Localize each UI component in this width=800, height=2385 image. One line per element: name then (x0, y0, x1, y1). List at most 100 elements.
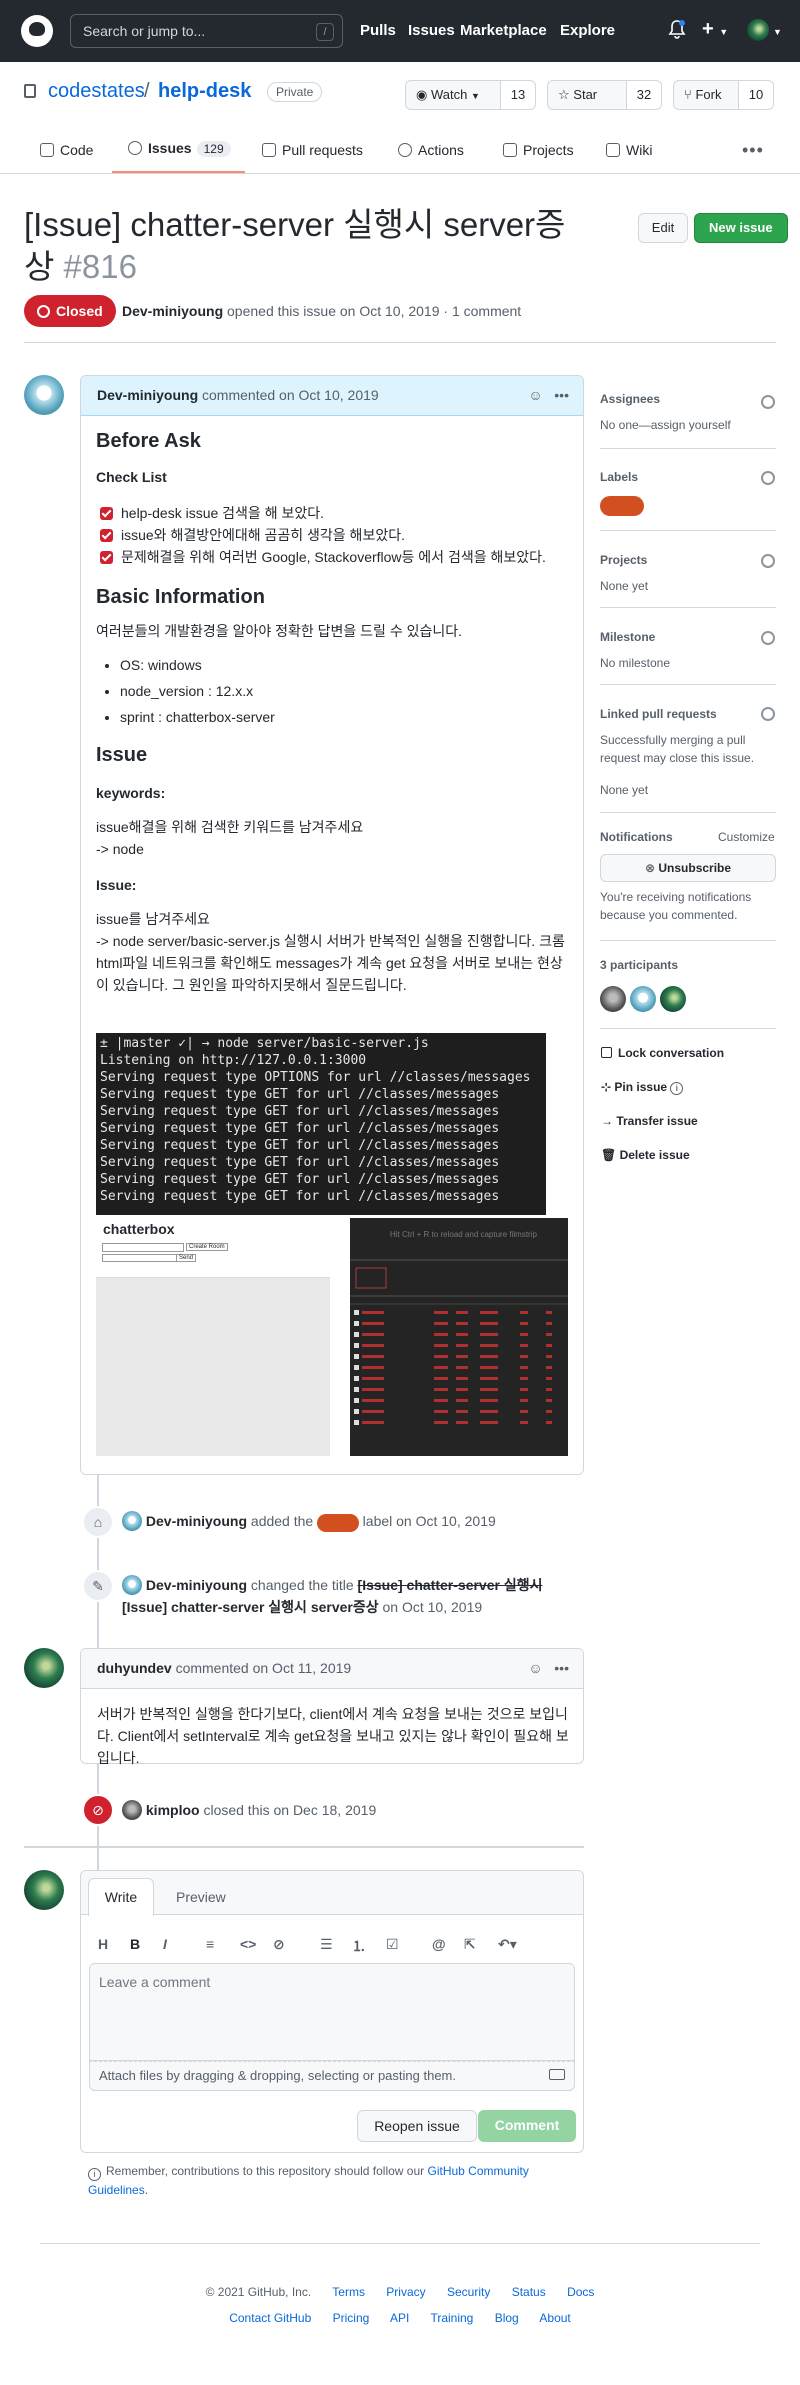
quote-icon[interactable]: ≡ (206, 1936, 214, 1952)
unordered-list-icon[interactable]: ☰ (320, 1936, 333, 1953)
chevron-down-icon[interactable]: ▼ (773, 27, 782, 37)
search-input[interactable]: Search or jump to... / (70, 14, 343, 48)
issue-label-pill[interactable]: issue (317, 1514, 359, 1532)
repo-name-link[interactable]: help-desk (158, 80, 251, 103)
nav-pulls[interactable]: Pulls (360, 22, 396, 39)
gear-icon[interactable] (761, 707, 775, 721)
lock-icon (601, 1047, 612, 1058)
event-actor-link[interactable]: kimploo (146, 1802, 200, 1818)
more-tabs-icon[interactable]: ••• (742, 140, 764, 161)
tab-preview[interactable]: Preview (176, 1889, 226, 1905)
tab-pull-requests[interactable]: Pull requests (262, 142, 363, 158)
footer-link-blog[interactable]: Blog (495, 2311, 519, 2325)
create-new-icon[interactable]: + ▼ (702, 18, 728, 41)
avatar[interactable] (122, 1800, 142, 1820)
transfer-issue-link[interactable]: → Transfer issue (601, 1114, 698, 1128)
github-logo-icon[interactable] (21, 15, 53, 47)
footer-link-terms[interactable]: Terms (332, 2285, 365, 2299)
nav-explore[interactable]: Explore (560, 22, 615, 39)
footer-link-about[interactable]: About (539, 2311, 570, 2325)
heading-icon[interactable]: H (98, 1936, 108, 1952)
kebab-icon[interactable]: ••• (554, 1660, 569, 1676)
avatar[interactable] (24, 1648, 64, 1688)
smiley-icon[interactable]: ☺ (528, 387, 542, 403)
avatar[interactable] (122, 1575, 142, 1595)
avatar[interactable] (122, 1511, 142, 1531)
gear-icon[interactable] (761, 471, 775, 485)
issue-author-link[interactable]: Dev-miniyoung (122, 303, 223, 319)
repo-owner-link[interactable]: codestates (48, 80, 145, 103)
footer-link-status[interactable]: Status (512, 2285, 546, 2299)
devtools-row-cell (434, 1410, 448, 1413)
mention-icon[interactable]: @ (432, 1936, 446, 1952)
pin-issue-link[interactable]: ⊹ Pin issue i (601, 1080, 684, 1095)
unsubscribe-button[interactable]: ⊗ Unsubscribe (600, 854, 776, 882)
comment-author-link[interactable]: Dev-miniyoung (97, 387, 198, 403)
footer-link-contact[interactable]: Contact GitHub (229, 2311, 311, 2325)
footer-link-security[interactable]: Security (447, 2285, 490, 2299)
avatar[interactable] (660, 986, 686, 1012)
comment-author-link[interactable]: duhyundev (97, 1660, 172, 1676)
attach-files-bar[interactable]: Attach files by dragging & dropping, sel… (89, 2061, 575, 2091)
issue-label-pill[interactable]: issue (600, 496, 644, 516)
code-icon[interactable]: <> (240, 1936, 256, 1952)
avatar[interactable] (630, 986, 656, 1012)
reply-icon[interactable]: ↶▾ (498, 1936, 517, 1953)
fork-button[interactable]: ⑂ Fork (673, 80, 739, 110)
comment-button[interactable]: Comment (478, 2110, 576, 2142)
smiley-icon[interactable]: ☺ (528, 1660, 542, 1676)
nav-marketplace[interactable]: Marketplace (460, 22, 547, 39)
edit-button[interactable]: Edit (638, 213, 688, 243)
assignees-value[interactable]: No one—assign yourself (600, 416, 776, 434)
footer-link-training[interactable]: Training (430, 2311, 473, 2325)
link-icon[interactable]: ⊘ (273, 1936, 285, 1953)
new-issue-button[interactable]: New issue (694, 213, 788, 243)
devtools-row-cell (434, 1322, 448, 1325)
delete-issue-link[interactable]: 🗑 Delete issue (601, 1148, 690, 1162)
star-count[interactable]: 32 (626, 80, 662, 110)
markdown-icon[interactable] (549, 2069, 565, 2080)
nav-issues[interactable]: Issues (408, 22, 455, 39)
reference-icon[interactable]: ⇱ (464, 1936, 476, 1953)
tab-wiki[interactable]: Wiki (606, 142, 652, 158)
info-icon[interactable]: i (670, 1082, 684, 1095)
customize-link[interactable]: Customize (718, 830, 775, 844)
avatar[interactable] (24, 375, 64, 415)
user-avatar[interactable] (747, 19, 769, 41)
footer-link-privacy[interactable]: Privacy (386, 2285, 425, 2299)
task-text: 문제해결을 위해 여러번 Google, Stackoverflow등 에서 검… (121, 549, 546, 565)
watch-count[interactable]: 13 (500, 80, 536, 110)
checked-checkbox[interactable] (100, 507, 113, 520)
footer-link-docs[interactable]: Docs (567, 2285, 594, 2299)
avatar[interactable] (24, 1870, 64, 1910)
gear-icon[interactable] (761, 395, 775, 409)
event-actor-link[interactable]: Dev-miniyoung (146, 1513, 247, 1529)
avatar[interactable] (600, 986, 626, 1012)
tab-write[interactable]: Write (88, 1878, 154, 1916)
footer-link-pricing[interactable]: Pricing (333, 2311, 370, 2325)
tab-actions[interactable]: Actions (398, 142, 464, 158)
star-button[interactable]: ☆ Star (547, 80, 627, 110)
watch-button[interactable]: ◉ Watch ▼ (405, 80, 501, 110)
reopen-issue-button[interactable]: Reopen issue (357, 2110, 477, 2142)
bold-icon[interactable]: B (130, 1936, 140, 1952)
checked-checkbox[interactable] (100, 529, 113, 542)
italic-icon[interactable]: I (163, 1936, 167, 1952)
devtools-row-cell (480, 1322, 498, 1325)
checked-checkbox[interactable] (100, 551, 113, 564)
fork-count[interactable]: 10 (738, 80, 774, 110)
event-actor-link[interactable]: Dev-miniyoung (146, 1577, 247, 1593)
task-list-icon[interactable]: ☑ (386, 1936, 399, 1953)
lock-conversation-link[interactable]: Lock conversation (601, 1046, 724, 1060)
tab-issues[interactable]: Issues 129 (128, 140, 231, 157)
footer-link-api[interactable]: API (390, 2311, 409, 2325)
gear-icon[interactable] (761, 554, 775, 568)
comment-textarea[interactable]: Leave a comment (89, 1963, 575, 2061)
tab-projects[interactable]: Projects (503, 142, 574, 158)
ordered-list-icon[interactable]: ⒈ (352, 1936, 366, 1956)
kebab-icon[interactable]: ••• (554, 387, 569, 403)
bell-icon[interactable] (668, 20, 686, 40)
tab-code[interactable]: Code (40, 142, 93, 158)
pull-request-icon (262, 143, 276, 157)
gear-icon[interactable] (761, 631, 775, 645)
